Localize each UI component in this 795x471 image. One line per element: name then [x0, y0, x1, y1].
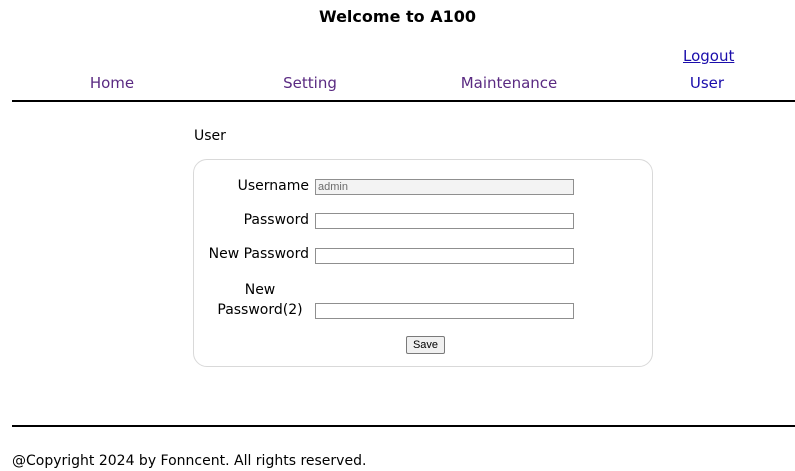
- section-title: User: [194, 128, 226, 144]
- username-field[interactable]: [315, 179, 574, 195]
- nav-item-setting[interactable]: Setting: [210, 73, 410, 93]
- nav-item-maintenance[interactable]: Maintenance: [409, 73, 609, 93]
- nav-divider: [12, 100, 795, 102]
- nav-item-home[interactable]: Home: [12, 73, 212, 93]
- user-form: Username Password New Password New Passw…: [193, 159, 653, 367]
- footer-divider: [12, 425, 795, 427]
- password-field[interactable]: [315, 213, 574, 229]
- new-password-label: New Password: [208, 246, 309, 262]
- new-password-field[interactable]: [315, 248, 574, 264]
- page-title: Welcome to A100: [319, 7, 476, 26]
- main-nav: Home Setting Maintenance User: [12, 73, 795, 93]
- save-button[interactable]: Save: [406, 336, 445, 354]
- new-password2-field[interactable]: [315, 303, 574, 319]
- footer-copyright: @Copyright 2024 by Fonncent. All rights …: [12, 453, 367, 469]
- username-label: Username: [237, 178, 309, 194]
- logout-link[interactable]: Logout: [683, 46, 734, 66]
- new-password2-label: New Password(2): [217, 282, 303, 318]
- nav-item-user[interactable]: User: [607, 73, 795, 93]
- password-label: Password: [243, 212, 309, 228]
